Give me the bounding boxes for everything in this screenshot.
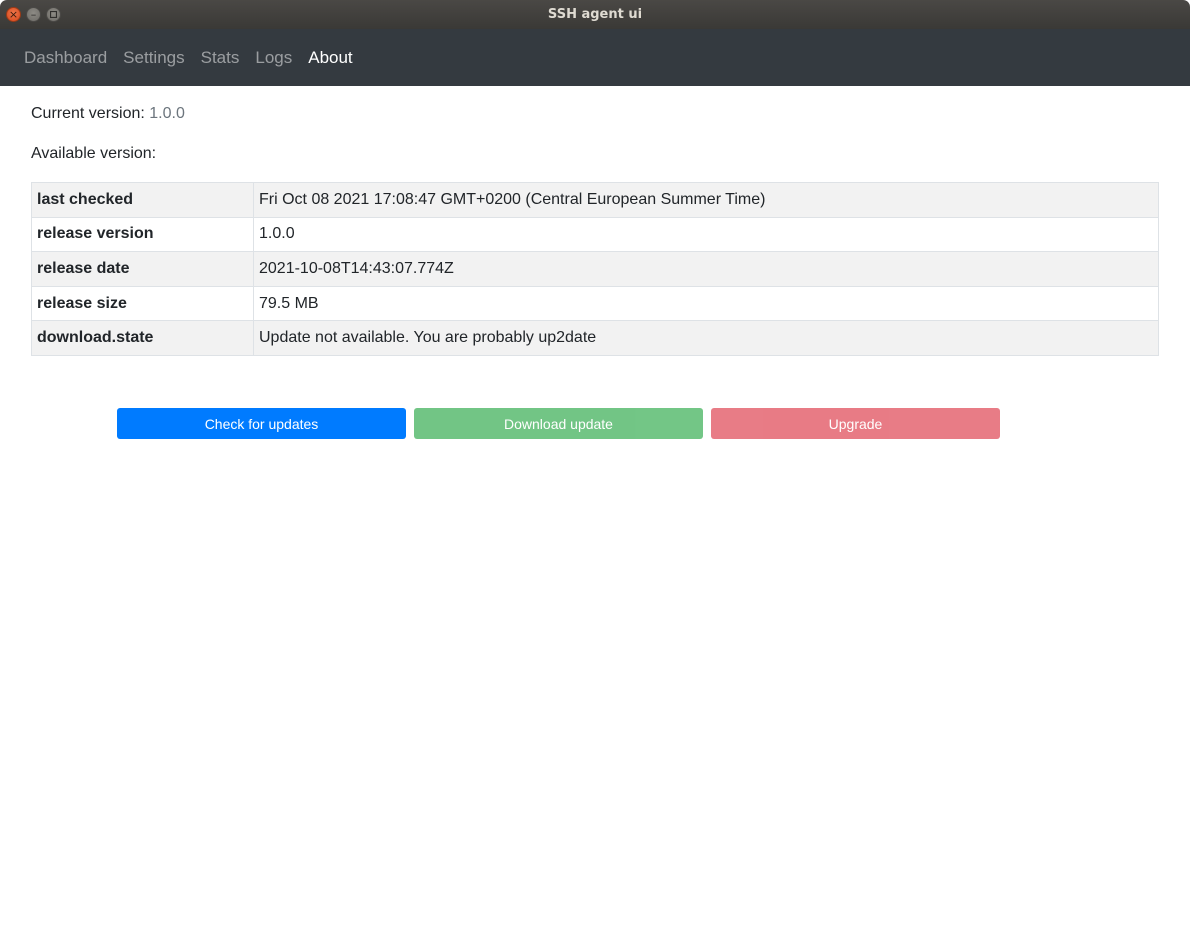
nav-settings[interactable]: Settings — [115, 48, 192, 68]
row-key: last checked — [31, 182, 254, 218]
current-version-label: Current version: — [31, 105, 145, 122]
row-key: download.state — [31, 320, 254, 356]
nav-stats[interactable]: Stats — [193, 48, 248, 68]
table-row: download.state Update not available. You… — [31, 320, 1159, 356]
row-value: 1.0.0 — [253, 216, 1159, 253]
upgrade-button[interactable]: Upgrade — [711, 408, 1000, 439]
row-key: release date — [31, 251, 254, 287]
check-for-updates-button[interactable]: Check for updates — [117, 408, 406, 439]
table-row: release date 2021-10-08T14:43:07.774Z — [31, 251, 1159, 287]
available-version-label: Available version: — [31, 145, 157, 162]
window-titlebar: × – SSH agent ui — [0, 0, 1190, 29]
release-info-table: last checked Fri Oct 08 2021 17:08:47 GM… — [31, 182, 1159, 356]
about-page: Current version: 1.0.0 Available version… — [31, 86, 1159, 356]
update-actions: Check for updates Download update Upgrad… — [117, 408, 1000, 439]
nav-dashboard[interactable]: Dashboard — [16, 48, 115, 68]
row-value: Fri Oct 08 2021 17:08:47 GMT+0200 (Centr… — [253, 182, 1159, 218]
download-update-button[interactable]: Download update — [414, 408, 703, 439]
row-value: 79.5 MB — [253, 285, 1159, 322]
nav-about[interactable]: About — [300, 48, 360, 68]
table-row: last checked Fri Oct 08 2021 17:08:47 GM… — [31, 182, 1159, 218]
row-value: Update not available. You are probably u… — [253, 320, 1159, 356]
row-key: release version — [31, 216, 254, 253]
window-title: SSH agent ui — [547, 7, 643, 22]
table-row: release version 1.0.0 — [31, 216, 1159, 253]
table-row: release size 79.5 MB — [31, 285, 1159, 322]
current-version-value: 1.0.0 — [149, 105, 185, 122]
top-navbar: Dashboard Settings Stats Logs About — [0, 29, 1190, 86]
row-key: release size — [31, 285, 254, 322]
current-version-line: Current version: 1.0.0 — [31, 105, 1159, 122]
row-value: 2021-10-08T14:43:07.774Z — [253, 251, 1159, 287]
nav-logs[interactable]: Logs — [247, 48, 300, 68]
